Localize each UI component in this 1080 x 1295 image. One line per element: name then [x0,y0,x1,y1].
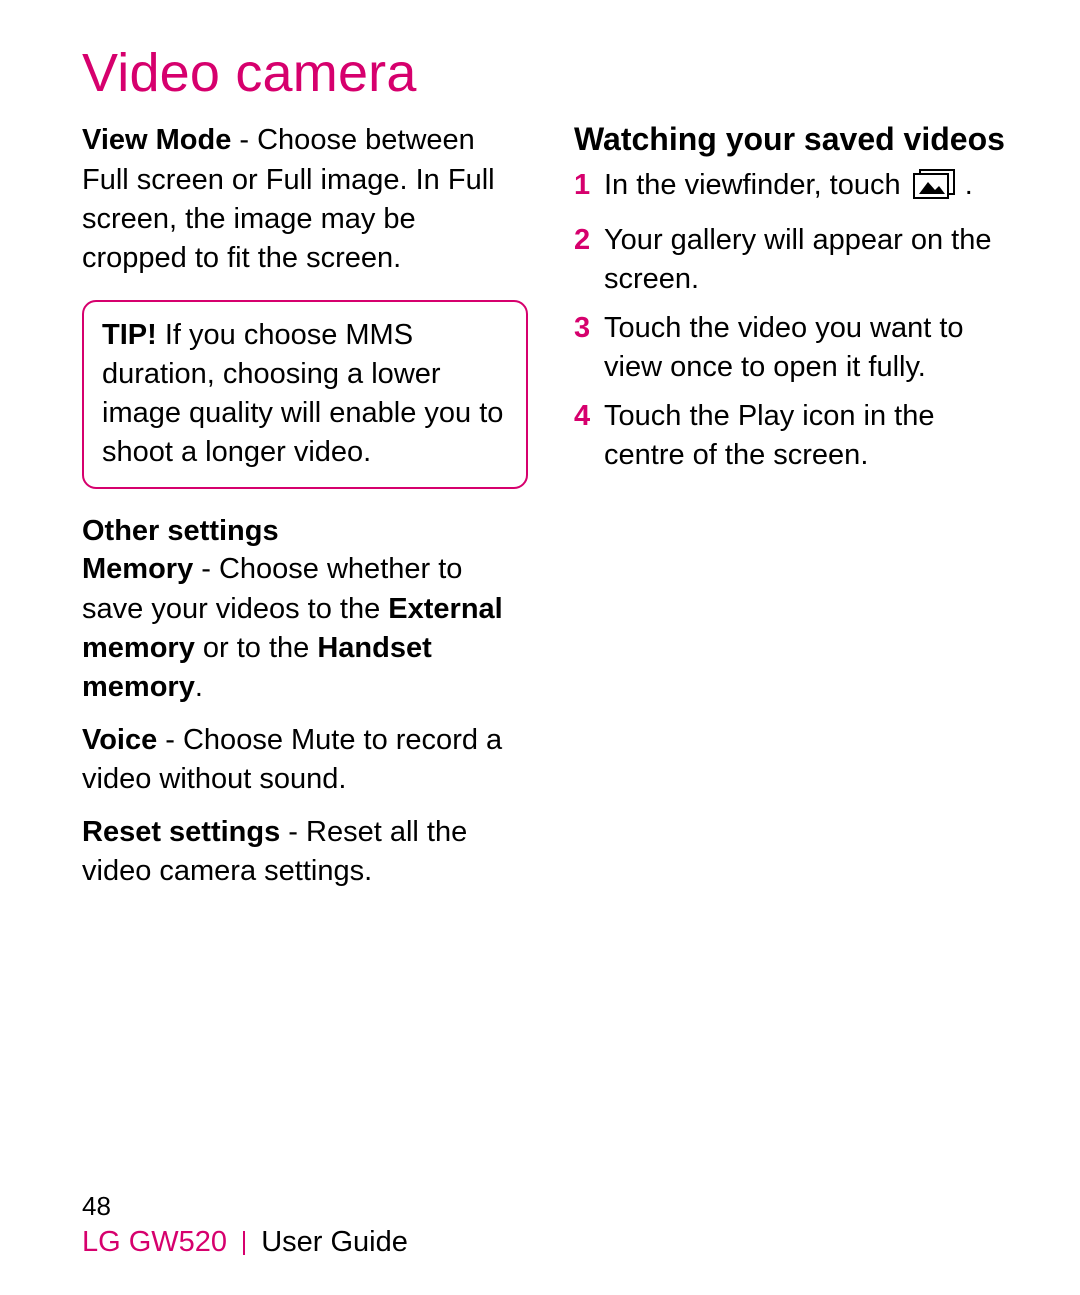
footer-divider [243,1231,245,1255]
step-3-text: Touch the video you want to view once to… [604,312,964,383]
page-footer: 48 LG GW520 User Guide [82,1191,408,1259]
view-mode-paragraph: View Mode - Choose between Full screen o… [82,121,528,278]
page-number: 48 [82,1191,408,1222]
reset-label: Reset settings [82,816,280,848]
step-number: 3 [574,309,590,348]
step-2: 2 Your gallery will appear on the screen… [574,221,1020,299]
other-settings-heading: Other settings [82,515,528,548]
step-1-post: . [957,169,973,201]
memory-mid: or to the [195,632,318,664]
steps-list: 1 In the viewfinder, touch . 2 Your gall… [574,166,1020,475]
step-number: 4 [574,397,590,436]
step-1-pre: In the viewfinder, touch [604,169,909,201]
voice-paragraph: Voice - Choose Mute to record a video wi… [82,721,528,799]
page-title: Video camera [82,44,1020,103]
tip-box: TIP! If you choose MMS duration, choosin… [82,300,528,489]
step-number: 2 [574,221,590,260]
manual-page: Video camera View Mode - Choose between … [0,0,1080,1295]
tip-label: TIP! [102,319,157,351]
step-2-text: Your gallery will appear on the screen. [604,224,991,295]
two-column-layout: View Mode - Choose between Full screen o… [82,121,1020,905]
reset-paragraph: Reset settings - Reset all the video cam… [82,813,528,891]
right-column: Watching your saved videos 1 In the view… [574,121,1020,905]
left-column: View Mode - Choose between Full screen o… [82,121,528,905]
voice-label: Voice [82,724,157,756]
view-mode-label: View Mode [82,124,231,156]
step-3: 3 Touch the video you want to view once … [574,309,1020,387]
memory-label: Memory [82,553,193,585]
footer-model: LG GW520 [82,1226,227,1258]
step-4: 4 Touch the Play icon in the centre of t… [574,397,1020,475]
watching-heading: Watching your saved videos [574,121,1020,158]
memory-post: . [195,671,203,703]
footer-line: LG GW520 User Guide [82,1226,408,1259]
step-1: 1 In the viewfinder, touch . [574,166,1020,210]
memory-paragraph: Memory - Choose whether to save your vid… [82,550,528,707]
step-4-text: Touch the Play icon in the centre of the… [604,400,934,471]
gallery-icon [913,169,955,210]
tip-text: If you choose MMS duration, choosing a l… [102,319,503,468]
footer-guide: User Guide [261,1226,408,1258]
step-number: 1 [574,166,590,205]
